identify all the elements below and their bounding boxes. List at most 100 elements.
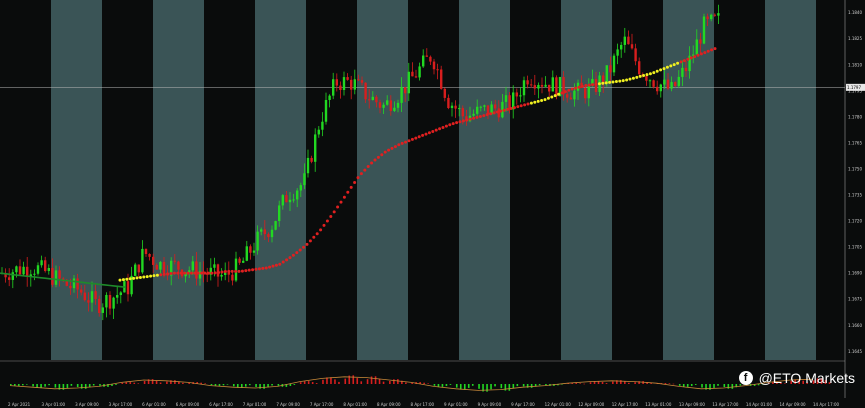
ma-dot-red bbox=[455, 121, 459, 125]
candle-body bbox=[670, 82, 673, 89]
candle-body bbox=[69, 285, 72, 289]
indicator-bar bbox=[433, 384, 436, 386]
watermark-text: @ETO Markets bbox=[758, 370, 855, 386]
candle-body bbox=[418, 66, 421, 78]
candle-body bbox=[162, 261, 166, 274]
ma-dot-yellow bbox=[665, 65, 669, 69]
x-tick-label: 3 Apr 09:00 bbox=[75, 402, 99, 407]
candle-body bbox=[220, 274, 223, 277]
indicator-bar bbox=[490, 384, 492, 390]
candle-body bbox=[47, 268, 50, 271]
indicator-bar bbox=[441, 384, 444, 387]
ma-dot-yellow bbox=[550, 95, 554, 99]
ma-dot-red bbox=[434, 128, 438, 132]
ma-dot-red bbox=[254, 267, 258, 271]
ma-dot-red bbox=[594, 82, 598, 86]
ma-dot-red bbox=[438, 127, 442, 131]
indicator-bar bbox=[634, 382, 636, 384]
indicator-bar bbox=[713, 384, 715, 388]
indicator-bar bbox=[612, 381, 614, 384]
candle-body bbox=[285, 195, 288, 203]
ma-dot-red bbox=[686, 57, 690, 61]
ma-dot-red bbox=[339, 200, 343, 204]
candle-body bbox=[260, 229, 263, 232]
indicator-bar bbox=[76, 384, 79, 387]
candle-body bbox=[112, 297, 115, 309]
ma-dot-red bbox=[166, 272, 170, 276]
candle-body bbox=[458, 108, 461, 110]
indicator-bar bbox=[694, 384, 697, 385]
session-band bbox=[51, 0, 102, 360]
candle-body bbox=[630, 44, 634, 49]
facebook-icon: f bbox=[738, 371, 753, 385]
candle-body bbox=[134, 264, 137, 276]
indicator-bar bbox=[437, 384, 440, 387]
candle-body bbox=[353, 79, 356, 90]
ma-dot-yellow bbox=[652, 71, 656, 75]
indicator-bar bbox=[504, 384, 507, 391]
candle-body bbox=[245, 246, 248, 261]
indicator-bar bbox=[463, 384, 466, 390]
indicator-bar bbox=[717, 384, 719, 386]
indicator-bar bbox=[330, 377, 332, 384]
x-tick-label: 9 Apr 17:00 bbox=[511, 402, 535, 407]
x-tick-label: 14 Apr 09:00 bbox=[779, 402, 806, 407]
candle-body bbox=[551, 77, 554, 92]
ma-dot-red bbox=[288, 256, 292, 260]
ma-dot-red bbox=[427, 131, 431, 135]
x-tick-label: 6 Apr 17:00 bbox=[209, 402, 233, 407]
candle-body bbox=[386, 100, 389, 105]
candle-body bbox=[555, 77, 558, 97]
ma-dot-red bbox=[574, 86, 578, 90]
ma-dot-red bbox=[227, 269, 231, 273]
candle-body bbox=[573, 90, 576, 100]
candle-body bbox=[425, 55, 428, 57]
ma-dot-red bbox=[257, 267, 261, 271]
candle-body bbox=[231, 274, 234, 281]
ma-dot-red bbox=[281, 260, 285, 264]
candle-body bbox=[389, 100, 392, 111]
indicator-bar bbox=[44, 384, 46, 387]
indicator-bar bbox=[423, 382, 425, 384]
indicator-bar bbox=[605, 383, 608, 384]
ma-dot-red bbox=[689, 56, 693, 60]
ma-dot-red bbox=[196, 271, 200, 275]
candle-body bbox=[346, 77, 349, 80]
candle-body bbox=[155, 264, 158, 270]
indicator-bar bbox=[575, 383, 578, 384]
indicator-bar bbox=[204, 383, 206, 385]
indicator-bar bbox=[125, 382, 128, 384]
ma-dot-yellow bbox=[155, 273, 159, 277]
ma-dot-red bbox=[563, 90, 567, 94]
ma-dot-yellow bbox=[597, 82, 601, 86]
x-tick-label: 12 Apr 17:00 bbox=[612, 402, 639, 407]
ma-dot-red bbox=[183, 271, 187, 275]
ma-dot-yellow bbox=[628, 77, 632, 81]
indicator-bar bbox=[664, 383, 667, 384]
indicator-panel bbox=[0, 362, 845, 398]
ma-dot-red bbox=[512, 106, 516, 110]
ma-dot-red bbox=[268, 265, 272, 269]
ma-dot-red bbox=[393, 145, 397, 149]
ma-dot-red bbox=[492, 111, 496, 115]
indicator-bar bbox=[26, 384, 28, 385]
indicator-bar bbox=[115, 384, 117, 385]
candle-body bbox=[375, 96, 378, 103]
candle-body bbox=[137, 264, 140, 273]
candle-body bbox=[544, 84, 547, 87]
indicator-bar bbox=[583, 383, 586, 385]
ma-dot-yellow bbox=[645, 73, 649, 77]
indicator-bar bbox=[690, 384, 693, 386]
candle-body bbox=[494, 104, 497, 109]
candle-body bbox=[382, 104, 385, 108]
ma-dot-red bbox=[244, 269, 248, 273]
candle-body bbox=[710, 14, 713, 20]
indicator-bar bbox=[538, 384, 541, 386]
candle-body bbox=[540, 84, 544, 87]
indicator-bar bbox=[334, 379, 336, 384]
candle-body bbox=[292, 199, 295, 201]
ma-dot-red bbox=[523, 103, 527, 107]
candle-body bbox=[404, 87, 407, 94]
candle-body bbox=[537, 84, 540, 89]
candle-body bbox=[461, 108, 464, 117]
